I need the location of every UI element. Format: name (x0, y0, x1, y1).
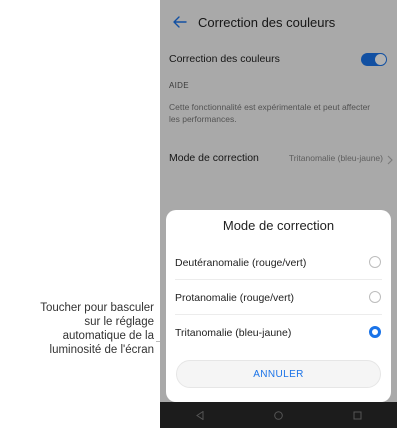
divider (175, 314, 382, 315)
nav-back-icon[interactable] (194, 409, 206, 421)
callout-line-4: luminosité de l'écran (49, 344, 154, 356)
callout-line-3: automatique de la (62, 330, 154, 342)
callout-annotation: Toucher pour basculer sur le réglage aut… (0, 301, 154, 357)
cancel-button-label: ANNULER (253, 368, 304, 380)
correction-mode-dialog: Mode de correction Deutéranomalie (rouge… (166, 210, 391, 402)
nav-home-icon[interactable] (273, 409, 285, 421)
cancel-button[interactable]: ANNULER (176, 360, 381, 388)
navigation-bar (160, 402, 397, 428)
option-label: Protanomalie (rouge/vert) (175, 292, 295, 304)
dialog-title: Mode de correction (222, 218, 335, 233)
phone-screen: Correction des couleurs Correction des c… (160, 0, 397, 428)
divider (175, 279, 382, 280)
option-deuteranomaly[interactable]: Deutéranomalie (rouge/vert) (166, 248, 391, 278)
option-label: Deutéranomalie (rouge/vert) (175, 257, 307, 269)
option-tritanomaly[interactable]: Tritanomalie (bleu-jaune) (166, 318, 391, 348)
callout-line-1: Toucher pour basculer (40, 302, 154, 314)
radio-button[interactable] (369, 256, 381, 268)
callout-line-2: sur le réglage (84, 316, 154, 328)
nav-recents-icon[interactable] (352, 409, 364, 421)
radio-button[interactable] (369, 291, 381, 303)
radio-button-selected[interactable] (369, 326, 381, 338)
option-label: Tritanomalie (bleu-jaune) (175, 327, 292, 339)
option-protanomaly[interactable]: Protanomalie (rouge/vert) (166, 283, 391, 313)
